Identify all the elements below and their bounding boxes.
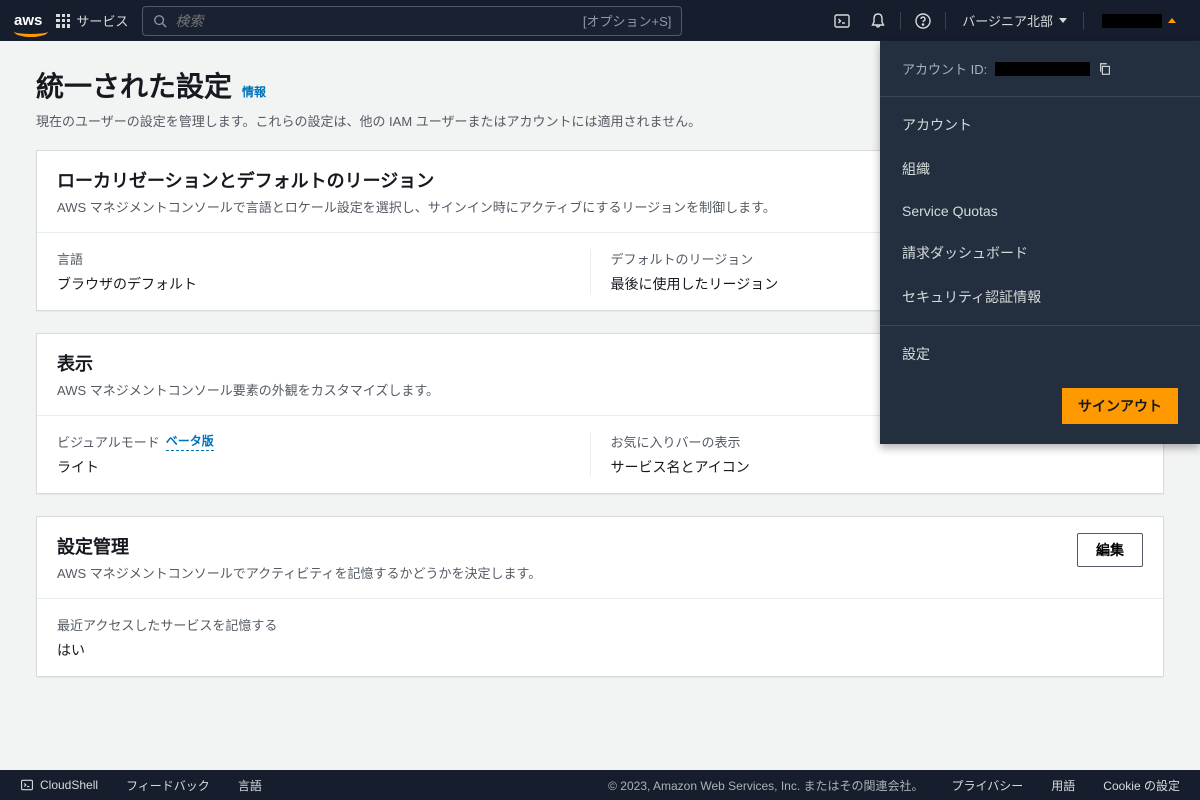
notifications-button[interactable]: [860, 0, 896, 41]
card-subtitle: AWS マネジメントコンソール要素の外観をカスタマイズします。: [57, 380, 439, 399]
visual-mode-label: ビジュアルモード: [57, 432, 160, 451]
visual-mode-value: ライト: [57, 457, 590, 477]
dropdown-item-billing[interactable]: 請求ダッシュボード: [880, 231, 1200, 275]
region-label: バージニア北部: [962, 11, 1053, 30]
search-hint: [オプション+S]: [583, 11, 672, 30]
account-id-redacted: [995, 62, 1090, 76]
nav-divider: [900, 12, 901, 30]
card-title: 設定管理: [57, 533, 541, 559]
account-menu-button[interactable]: [1088, 14, 1186, 28]
nav-divider: [1083, 12, 1084, 30]
dropdown-item-service-quotas[interactable]: Service Quotas: [880, 191, 1200, 231]
search-input[interactable]: [175, 13, 575, 29]
grid-icon: [56, 14, 70, 28]
account-id-row: アカウント ID:: [880, 41, 1200, 90]
account-dropdown: アカウント ID: アカウント 組織 Service Quotas 請求ダッシュ…: [880, 41, 1200, 444]
footer-cloudshell[interactable]: CloudShell: [20, 778, 98, 792]
cloudshell-icon-button[interactable]: [824, 0, 860, 41]
services-label: サービス: [76, 11, 128, 30]
terminal-icon: [20, 778, 34, 792]
page-title: 統一された設定: [36, 65, 232, 105]
footer-feedback[interactable]: フィードバック: [126, 777, 210, 794]
favorites-bar-value: サービス名とアイコン: [611, 457, 1144, 477]
footer-terms[interactable]: 用語: [1051, 777, 1075, 794]
dropdown-item-security[interactable]: セキュリティ認証情報: [880, 275, 1200, 319]
dropdown-item-settings[interactable]: 設定: [880, 332, 1200, 376]
edit-button[interactable]: 編集: [1077, 533, 1143, 567]
copy-icon[interactable]: [1098, 62, 1112, 76]
chevron-down-icon: [1059, 18, 1067, 23]
services-button[interactable]: サービス: [56, 11, 128, 30]
terminal-icon: [833, 12, 851, 30]
top-navbar: aws サービス [オプション+S] バージニア北部: [0, 0, 1200, 41]
help-icon: [914, 12, 932, 30]
chevron-up-icon: [1168, 18, 1176, 23]
remember-services-label: 最近アクセスしたサービスを記憶する: [57, 615, 1143, 634]
info-link[interactable]: 情報: [242, 83, 266, 100]
footer-privacy[interactable]: プライバシー: [952, 777, 1024, 794]
language-value: ブラウザのデフォルト: [57, 274, 590, 294]
language-label: 言語: [57, 249, 590, 268]
settings-management-card: 設定管理 AWS マネジメントコンソールでアクティビティを記憶するかどうかを決定…: [36, 516, 1164, 677]
card-subtitle: AWS マネジメントコンソールで言語とロケール設定を選択し、サインイン時にアクテ…: [57, 197, 776, 216]
search-box[interactable]: [オプション+S]: [142, 6, 682, 36]
remember-services-value: はい: [57, 640, 1143, 660]
dropdown-item-organization[interactable]: 組織: [880, 147, 1200, 191]
nav-divider: [945, 12, 946, 30]
dropdown-item-account[interactable]: アカウント: [880, 103, 1200, 147]
aws-logo[interactable]: aws: [14, 12, 42, 29]
beta-link[interactable]: ベータ版: [166, 432, 214, 451]
card-subtitle: AWS マネジメントコンソールでアクティビティを記憶するかどうかを決定します。: [57, 563, 541, 582]
bell-icon: [869, 12, 887, 30]
help-button[interactable]: [905, 0, 941, 41]
account-name-redacted: [1102, 14, 1162, 28]
footer-cookies[interactable]: Cookie の設定: [1103, 777, 1180, 794]
footer-bar: CloudShell フィードバック 言語 © 2023, Amazon Web…: [0, 770, 1200, 800]
footer-copyright: © 2023, Amazon Web Services, Inc. またはその関…: [608, 777, 923, 794]
footer-language[interactable]: 言語: [238, 777, 262, 794]
account-id-label: アカウント ID:: [902, 59, 987, 78]
card-title: 表示: [57, 350, 439, 376]
search-icon: [153, 14, 167, 28]
signout-button[interactable]: サインアウト: [1062, 388, 1178, 424]
card-title: ローカリゼーションとデフォルトのリージョン: [57, 167, 776, 193]
region-selector[interactable]: バージニア北部: [950, 11, 1079, 30]
